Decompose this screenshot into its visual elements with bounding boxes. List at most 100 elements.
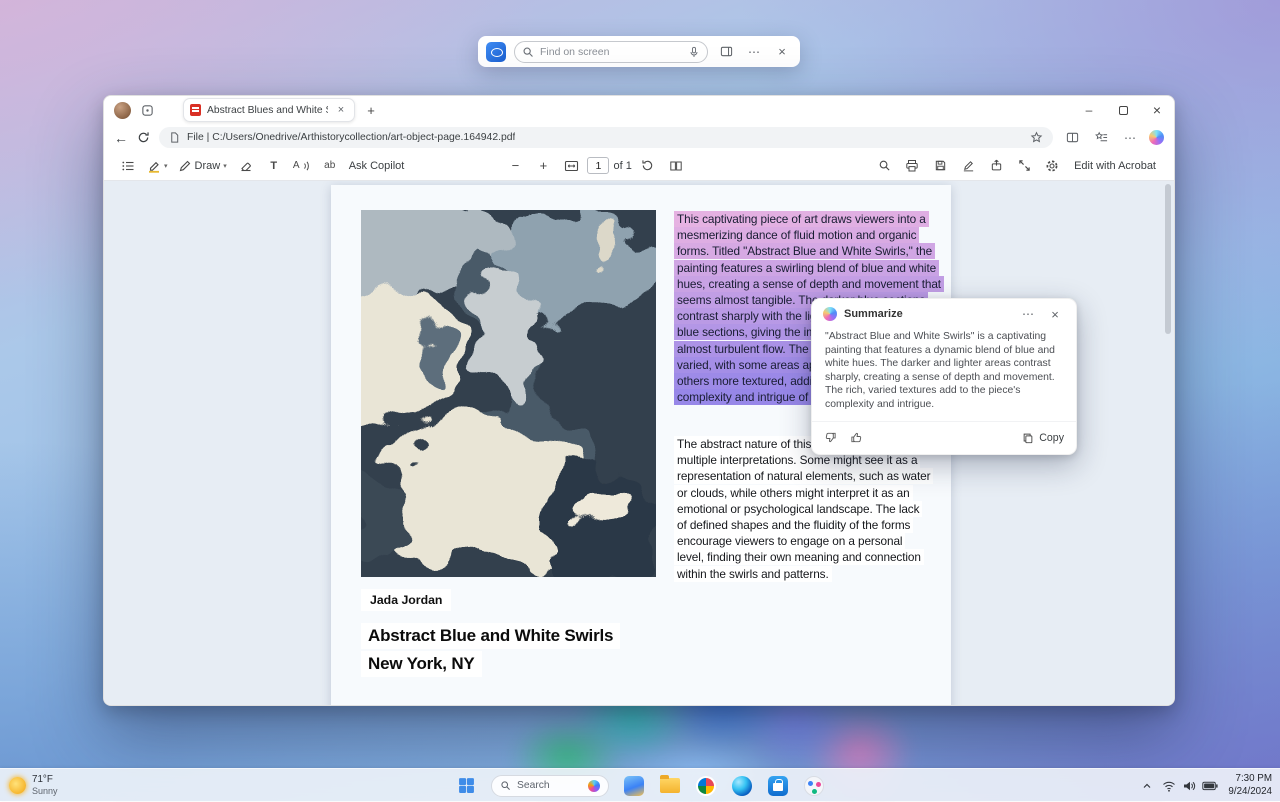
profile-avatar[interactable] <box>114 102 131 119</box>
save-icon[interactable] <box>928 155 952 177</box>
fullscreen-icon[interactable] <box>1012 155 1036 177</box>
paint-icon[interactable] <box>802 774 825 797</box>
page-number-input[interactable] <box>587 157 609 174</box>
tab-title: Abstract Blues and White Swirls by J <box>207 105 328 116</box>
minimize-icon[interactable]: – <box>1072 96 1106 124</box>
browser-window: Abstract Blues and White Swirls by J × +… <box>103 95 1175 706</box>
window-close-icon[interactable]: × <box>1140 96 1174 124</box>
translate-icon[interactable]: ab <box>318 155 342 177</box>
copilot-icon <box>823 307 837 321</box>
fit-to-width-icon[interactable] <box>559 155 583 177</box>
pdf-file-icon <box>190 104 201 116</box>
popup-close-icon[interactable]: × <box>1045 304 1065 324</box>
artwork-title-block: Abstract Blue and White Swirls New York,… <box>361 623 620 679</box>
page-view-icon[interactable] <box>664 155 688 177</box>
widgets-icon[interactable] <box>622 774 645 797</box>
popup-footer: Copy <box>812 421 1076 454</box>
tray-time: 7:30 PM <box>1228 773 1272 786</box>
workspaces-icon[interactable] <box>137 100 157 120</box>
hidden-icons-chevron[interactable] <box>1142 781 1152 791</box>
back-icon[interactable]: ← <box>114 130 128 146</box>
window-controls: – × <box>1072 96 1174 124</box>
print-icon[interactable] <box>900 155 924 177</box>
file-icon <box>169 132 180 143</box>
ask-copilot-button[interactable]: Ask Copilot <box>346 155 408 177</box>
browser-menu-icon[interactable]: ⋯ <box>1120 128 1140 148</box>
edit-with-acrobat-label: Edit with Acrobat <box>1074 160 1156 172</box>
table-of-contents-icon[interactable] <box>116 155 140 177</box>
address-url: File | C:/Users/Onedrive/Arthistorycolle… <box>187 132 515 143</box>
search-highlights-icon <box>588 780 600 792</box>
thumbs-up-icon[interactable] <box>850 431 863 444</box>
maximize-icon[interactable] <box>1106 96 1140 124</box>
add-text-icon[interactable]: T <box>262 155 286 177</box>
highlight-line: hues, creating a sense of depth and move… <box>674 276 942 292</box>
open-in-window-icon[interactable] <box>716 42 736 62</box>
find-on-screen-bar: ⋯ × <box>478 36 800 67</box>
close-icon[interactable]: × <box>772 42 792 62</box>
browser-tab[interactable]: Abstract Blues and White Swirls by J × <box>183 98 355 122</box>
more-options-icon[interactable]: ⋯ <box>744 42 764 62</box>
artwork-location[interactable]: New York, NY <box>361 651 482 677</box>
settings-gear-icon[interactable] <box>1040 155 1064 177</box>
find-on-screen-field[interactable] <box>514 41 708 63</box>
highlight-line: mesmerizing dance of fluid motion and or… <box>674 227 942 243</box>
tray-status-icons[interactable] <box>1162 779 1218 793</box>
annotate-icon[interactable] <box>956 155 980 177</box>
weather-temperature: 71°F <box>32 774 58 786</box>
highlighter-icon[interactable]: ▾ <box>144 155 171 177</box>
favorite-star-icon[interactable] <box>1030 131 1043 144</box>
read-aloud-icon[interactable]: A <box>290 155 314 177</box>
page-count-label: of 1 <box>613 160 631 172</box>
zoom-out-icon[interactable]: − <box>503 155 527 177</box>
artwork-title[interactable]: Abstract Blue and White Swirls <box>361 623 620 649</box>
edit-with-acrobat-button[interactable]: Edit with Acrobat <box>1068 155 1162 177</box>
search-document-icon[interactable] <box>872 155 896 177</box>
pdf-content-area: This captivating piece of art draws view… <box>104 181 1174 706</box>
share-icon[interactable] <box>984 155 1008 177</box>
search-icon <box>500 780 511 791</box>
thumbs-down-icon[interactable] <box>824 431 837 444</box>
edge-icon[interactable] <box>730 774 753 797</box>
scrollbar[interactable] <box>1164 184 1172 702</box>
copy-button[interactable]: Copy <box>1022 432 1064 444</box>
weather-widget[interactable]: 71°F Sunny <box>9 772 58 799</box>
clock-widget[interactable]: 7:30 PM 9/24/2024 <box>1228 773 1272 798</box>
scrollbar-thumb[interactable] <box>1165 184 1171 334</box>
photos-icon[interactable] <box>694 774 717 797</box>
microphone-icon[interactable] <box>688 46 700 58</box>
popup-more-icon[interactable]: ⋯ <box>1018 304 1038 324</box>
start-button[interactable] <box>455 774 478 797</box>
copy-icon <box>1022 432 1034 444</box>
taskbar-search-box[interactable]: Search <box>491 775 609 797</box>
highlight-line: painting features a swirling blend of bl… <box>674 260 942 276</box>
split-screen-icon[interactable] <box>1062 128 1082 148</box>
volume-icon <box>1182 779 1196 793</box>
wifi-icon <box>1162 779 1176 793</box>
draw-label: Draw <box>195 160 221 172</box>
eraser-icon[interactable] <box>234 155 258 177</box>
rotate-icon[interactable] <box>636 155 660 177</box>
address-bar[interactable]: File | C:/Users/Onedrive/Arthistorycolle… <box>159 127 1053 148</box>
favorites-collections-icon[interactable] <box>1091 128 1111 148</box>
tray-date: 9/24/2024 <box>1228 786 1272 799</box>
refresh-icon[interactable] <box>137 131 150 144</box>
store-icon[interactable] <box>766 774 789 797</box>
new-tab-icon[interactable]: + <box>361 100 381 120</box>
tab-strip: Abstract Blues and White Swirls by J × +… <box>104 96 1174 124</box>
summary-text: "Abstract Blue and White Swirls" is a ca… <box>812 329 1076 421</box>
desktop-wallpaper: ⋯ × Abstract Blues and White Swirls by J… <box>0 0 1280 801</box>
body-paragraph[interactable]: The abstract nature of this piece allows… <box>674 436 932 582</box>
draw-button[interactable]: Draw ▾ <box>175 155 230 177</box>
taskbar-center: Search <box>455 769 825 802</box>
copilot-icon[interactable] <box>1149 130 1164 145</box>
artist-name[interactable]: Jada Jordan <box>361 589 451 611</box>
search-icon <box>522 46 534 58</box>
zoom-in-icon[interactable]: + <box>531 155 555 177</box>
tab-close-icon[interactable]: × <box>334 103 348 117</box>
find-on-screen-input[interactable] <box>540 46 682 58</box>
file-explorer-icon[interactable] <box>658 774 681 797</box>
weather-condition: Sunny <box>32 786 58 797</box>
weather-sun-icon <box>9 777 26 794</box>
pdf-toolbar: ▾ Draw ▾ T A ab Ask Copilot − + <box>104 151 1174 181</box>
